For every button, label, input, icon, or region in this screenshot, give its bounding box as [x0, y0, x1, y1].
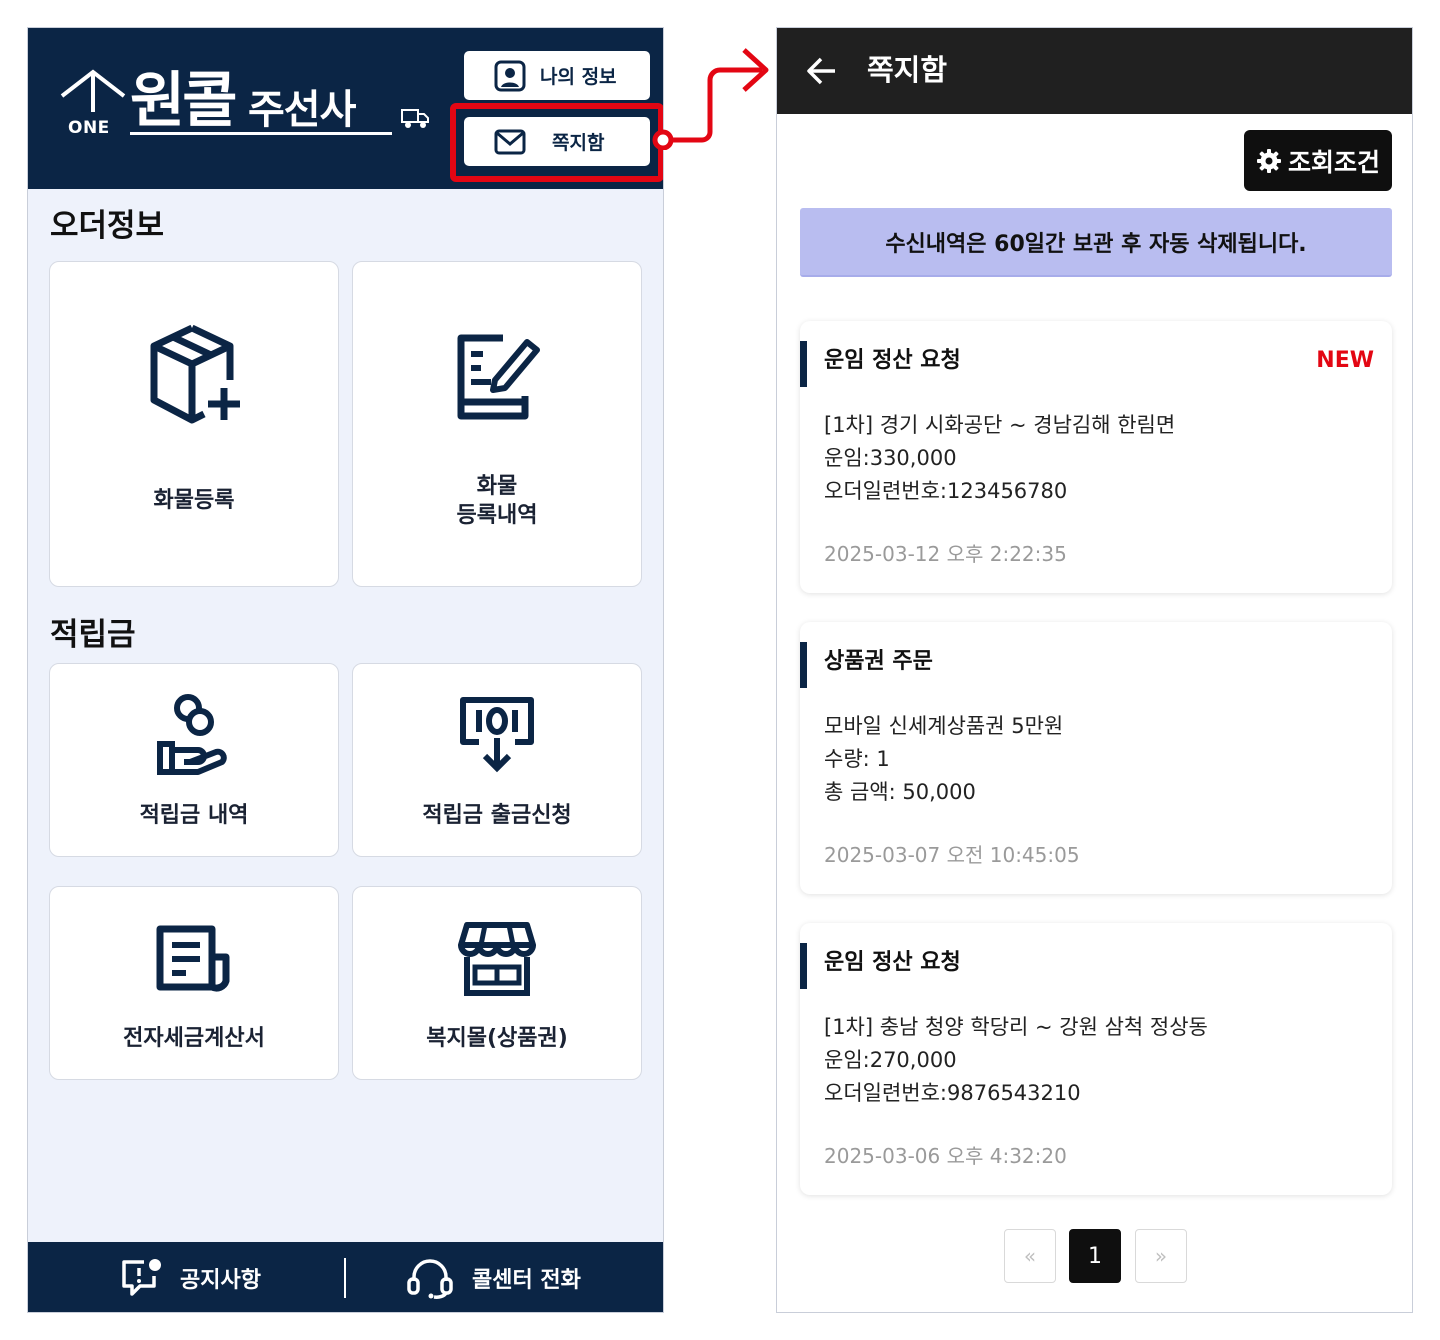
cargo-register-label: 화물등록	[153, 488, 235, 513]
cargo-history-label-line1: 화물	[476, 474, 518, 499]
message-order-number: 오더일련번호:123456780	[824, 479, 1068, 503]
mailbox-highlight-box	[450, 103, 663, 182]
tax-invoice-label: 전자세금계산서	[123, 1026, 265, 1051]
cash-withdraw-icon	[460, 697, 534, 773]
message-date: 2025-03-06 오후 4:32:20	[824, 1144, 1067, 1168]
navigation-arrow-icon	[652, 48, 769, 150]
callcenter-label: 콜센터 전화	[472, 1268, 581, 1293]
pagination-next-button[interactable]: »	[1135, 1229, 1187, 1283]
message-card[interactable]: 운임 정산 요청 [1차] 충남 청양 학당리 ~ 강원 삼척 정상동 운임:2…	[800, 923, 1392, 1195]
mailbox-screen: 쪽지함 조회조건 수신내역은 60일간 보관 후 자동 삭제됩니다. 운임 정산…	[776, 27, 1413, 1313]
order-info-title: 오더정보	[50, 208, 165, 244]
points-title: 적립금	[50, 617, 136, 653]
box-plus-icon	[150, 324, 240, 424]
page-title: 쪽지함	[867, 53, 948, 87]
message-date: 2025-03-07 오전 10:45:05	[824, 843, 1080, 867]
retention-notice-banner: 수신내역은 60일간 보관 후 자동 삭제됩니다.	[800, 208, 1392, 277]
points-withdraw-label: 적립금 출금신청	[422, 803, 572, 828]
user-profile-icon	[494, 60, 526, 91]
points-history-card[interactable]: 적립금 내역	[49, 663, 339, 857]
welfare-mall-card[interactable]: 복지몰(상품권)	[352, 886, 642, 1080]
notice-button[interactable]: 공지사항	[120, 1242, 261, 1312]
back-arrow-icon[interactable]	[805, 54, 839, 88]
footer-divider	[344, 1258, 346, 1298]
store-icon	[458, 922, 536, 996]
message-accent-bar	[800, 642, 807, 688]
message-title: 운임 정산 요청	[824, 348, 961, 373]
my-info-label: 나의 정보	[540, 66, 617, 88]
coin-hand-icon	[157, 694, 227, 775]
logo-one-text: ONE	[68, 118, 110, 138]
logo-underline	[130, 132, 392, 135]
pagination-prev-button[interactable]: «	[1004, 1229, 1056, 1283]
message-total: 총 금액: 50,000	[824, 780, 976, 804]
cargo-history-card[interactable]: 화물 등록내역	[352, 261, 642, 587]
onecall-logo: ONE 원콜 주선사	[58, 68, 438, 148]
message-product: 모바일 신세계상품권 5만원	[824, 714, 1064, 738]
message-fare: 운임:330,000	[824, 446, 957, 470]
headset-icon	[407, 1259, 453, 1299]
cargo-register-card[interactable]: 화물등록	[49, 261, 339, 587]
welfare-mall-label: 복지몰(상품권)	[426, 1026, 568, 1051]
cargo-history-label-line2: 등록내역	[456, 503, 538, 528]
my-info-button[interactable]: 나의 정보	[464, 51, 650, 100]
tax-invoice-card[interactable]: 전자세금계산서	[49, 886, 339, 1080]
points-withdraw-card[interactable]: 적립금 출금신청	[352, 663, 642, 857]
message-route: [1차] 경기 시화공단 ~ 경남김해 한림면	[824, 413, 1176, 437]
message-accent-bar	[800, 943, 807, 989]
message-route: [1차] 충남 청양 학당리 ~ 강원 삼척 정상동	[824, 1015, 1208, 1039]
callcenter-button[interactable]: 콜센터 전화	[406, 1242, 581, 1312]
new-badge: NEW	[1316, 348, 1374, 373]
truck-icon	[401, 109, 429, 128]
logo-arrow-icon	[60, 69, 126, 112]
gear-icon	[1257, 148, 1281, 173]
message-card[interactable]: 상품권 주문 모바일 신세계상품권 5만원 수량: 1 총 금액: 50,000…	[800, 622, 1392, 894]
bottom-nav: 공지사항 콜센터 전화	[28, 1242, 663, 1312]
message-date: 2025-03-12 오후 2:22:35	[824, 542, 1067, 566]
filter-label: 조회조건	[1288, 147, 1381, 177]
message-order-number: 오더일련번호:9876543210	[824, 1081, 1081, 1105]
notice-label: 공지사항	[180, 1268, 261, 1293]
message-fare: 운임:270,000	[824, 1048, 957, 1072]
logo-sub-text: 주선사	[248, 87, 356, 133]
message-quantity: 수량: 1	[824, 747, 890, 771]
points-history-label: 적립금 내역	[139, 803, 249, 828]
message-title: 운임 정산 요청	[824, 950, 961, 975]
mailbox-header: 쪽지함	[777, 28, 1412, 114]
filter-button[interactable]: 조회조건	[1244, 130, 1392, 191]
invoice-icon	[156, 925, 230, 992]
app-header: ONE 원콜 주선사 나의 정보 쪽지함	[28, 28, 663, 189]
edit-list-icon	[457, 334, 540, 420]
logo-main-text: 원콜	[130, 66, 237, 136]
notice-chat-icon	[122, 1259, 161, 1296]
message-card[interactable]: 운임 정산 요청 NEW [1차] 경기 시화공단 ~ 경남김해 한림면 운임:…	[800, 321, 1392, 593]
message-accent-bar	[800, 341, 807, 387]
pagination-page-1[interactable]: 1	[1069, 1229, 1121, 1283]
main-menu-screen: ONE 원콜 주선사 나의 정보 쪽지함 오더정보 화물등록 화물 등록내역 적…	[27, 27, 664, 1313]
message-title: 상품권 주문	[824, 649, 933, 674]
